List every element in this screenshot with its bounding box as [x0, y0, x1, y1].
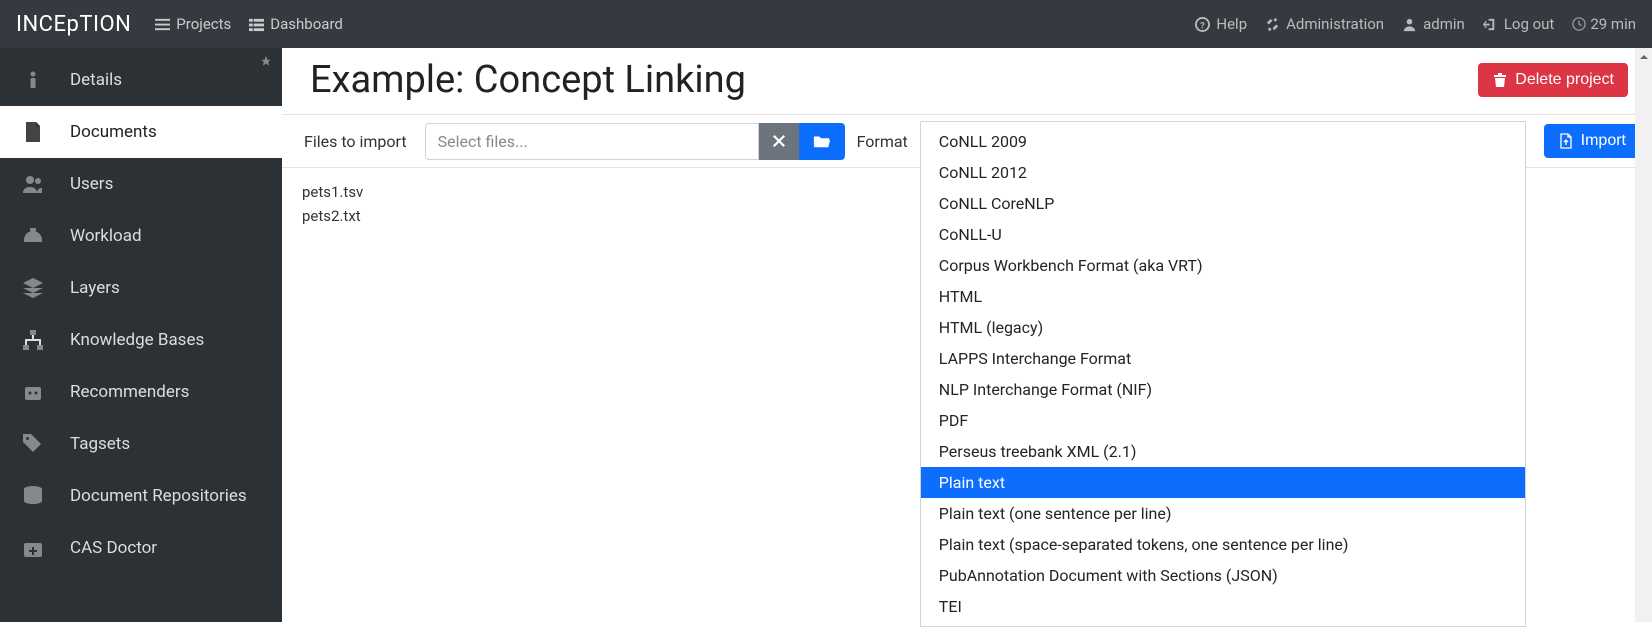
document-icon: [14, 120, 52, 144]
sidebar-item-label: Layers: [70, 278, 120, 298]
page-scrollbar[interactable]: [1635, 48, 1652, 622]
main-content: Example: Concept Linking Delete project …: [282, 48, 1652, 622]
users-icon: [14, 172, 52, 196]
file-clear-button[interactable]: [759, 123, 799, 160]
format-select[interactable]: CoNLL 2009CoNLL 2012CoNLL CoreNLPCoNLL-U…: [920, 121, 1526, 161]
nav-dashboard[interactable]: Dashboard: [249, 15, 343, 33]
brand-logo[interactable]: INCEpTION: [16, 12, 131, 37]
logout-icon: [1483, 17, 1498, 32]
sidebar-item-label: CAS Doctor: [70, 538, 157, 558]
sidebar-item-workload[interactable]: Workload: [0, 210, 282, 262]
import-button[interactable]: Import: [1544, 124, 1640, 158]
nav-left: Projects Dashboard: [155, 15, 343, 33]
nav-user[interactable]: admin: [1402, 15, 1465, 33]
svg-text:?: ?: [1201, 20, 1206, 31]
layers-icon: [14, 276, 52, 300]
nav-help[interactable]: ? Help: [1195, 15, 1247, 33]
trash-icon: [1492, 72, 1508, 88]
nav-logout[interactable]: Log out: [1483, 15, 1555, 33]
sidebar-item-tagsets[interactable]: Tagsets: [0, 418, 282, 470]
folder-open-icon: [813, 133, 831, 149]
nav-administration[interactable]: Administration: [1265, 15, 1384, 33]
sidebar-item-document-repositories[interactable]: Document Repositories: [0, 470, 282, 522]
upload-icon: [1558, 133, 1574, 149]
sidebar-item-knowledge-bases[interactable]: Knowledge Bases: [0, 314, 282, 366]
sidebar-item-label: Users: [70, 174, 113, 194]
page-title: Example: Concept Linking: [310, 58, 1478, 102]
nav-projects-label: Projects: [176, 15, 231, 33]
format-option[interactable]: Perseus treebank XML (2.1): [921, 436, 1525, 467]
sidebar-item-cas-doctor[interactable]: CAS Doctor: [0, 522, 282, 574]
sidebar-item-details[interactable]: Details: [0, 54, 282, 106]
info-icon: [14, 68, 52, 92]
format-option[interactable]: NLP Interchange Format (NIF): [921, 374, 1525, 405]
format-option[interactable]: PubAnnotation Document with Sections (JS…: [921, 560, 1525, 591]
format-option[interactable]: CoNLL 2012: [921, 157, 1525, 188]
robot-icon: [14, 380, 52, 404]
file-input[interactable]: Select files...: [425, 123, 759, 160]
help-icon: ?: [1195, 17, 1210, 32]
top-navbar: INCEpTION Projects Dashboard ? Help Admi…: [0, 0, 1652, 48]
format-dropdown[interactable]: CoNLL 2009CoNLL 2012CoNLL CoreNLPCoNLL-U…: [920, 121, 1526, 627]
nav-administration-label: Administration: [1286, 15, 1384, 33]
format-option[interactable]: CoNLL CoreNLP: [921, 188, 1525, 219]
clock-icon: [1572, 17, 1586, 31]
sidebar-item-label: Documents: [70, 122, 157, 142]
sidebar-item-label: Details: [70, 70, 122, 90]
medkit-icon: [14, 536, 52, 560]
pin-icon[interactable]: [260, 56, 272, 72]
delete-project-label: Delete project: [1515, 71, 1614, 89]
format-option[interactable]: PDF: [921, 405, 1525, 436]
nav-right: ? Help Administration admin Log out 29 m…: [1195, 15, 1636, 33]
sidebar-item-label: Tagsets: [70, 434, 130, 454]
nav-help-label: Help: [1216, 15, 1247, 33]
format-option[interactable]: CoNLL 2009: [921, 126, 1525, 157]
sidebar-item-label: Recommenders: [70, 382, 189, 402]
list-icon: [249, 17, 264, 32]
sidebar-item-recommenders[interactable]: Recommenders: [0, 366, 282, 418]
nav-projects[interactable]: Projects: [155, 15, 231, 33]
bars-icon: [155, 17, 170, 32]
format-option[interactable]: HTML (legacy): [921, 312, 1525, 343]
sidebar: Details Documents Users Workload Layers Knowl…: [0, 48, 282, 622]
import-toolbar: Files to import Select files... Format C…: [282, 114, 1652, 168]
user-icon: [1402, 17, 1417, 32]
file-select-group: Select files...: [425, 123, 845, 160]
close-icon: [772, 134, 786, 148]
format-label: Format: [857, 132, 908, 151]
format-option[interactable]: Corpus Workbench Format (aka VRT): [921, 250, 1525, 281]
format-option[interactable]: Plain text: [921, 467, 1525, 498]
format-option[interactable]: CoNLL-U: [921, 219, 1525, 250]
sidebar-item-label: Workload: [70, 226, 142, 246]
tools-icon: [1265, 17, 1280, 32]
database-icon: [14, 484, 52, 508]
session-timer: 29 min: [1572, 15, 1636, 33]
sidebar-item-users[interactable]: Users: [0, 158, 282, 210]
tags-icon: [14, 432, 52, 456]
sidebar-item-label: Knowledge Bases: [70, 330, 204, 350]
hardhat-icon: [14, 224, 52, 248]
delete-project-button[interactable]: Delete project: [1478, 63, 1628, 97]
nav-dashboard-label: Dashboard: [270, 15, 343, 33]
session-timer-label: 29 min: [1590, 15, 1636, 33]
format-option[interactable]: Plain text (space-separated tokens, one …: [921, 529, 1525, 560]
page-header: Example: Concept Linking Delete project: [282, 48, 1652, 114]
file-browse-button[interactable]: [799, 123, 845, 160]
format-option[interactable]: LAPPS Interchange Format: [921, 343, 1525, 374]
format-option[interactable]: TEI: [921, 591, 1525, 622]
nav-logout-label: Log out: [1504, 15, 1555, 33]
files-to-import-label: Files to import: [298, 126, 413, 157]
format-option[interactable]: HTML: [921, 281, 1525, 312]
scroll-up-icon[interactable]: [1635, 48, 1652, 65]
sitemap-icon: [14, 328, 52, 352]
sidebar-item-documents[interactable]: Documents: [0, 106, 282, 158]
sidebar-item-label: Document Repositories: [70, 486, 247, 506]
nav-user-label: admin: [1423, 15, 1465, 33]
sidebar-item-layers[interactable]: Layers: [0, 262, 282, 314]
import-button-label: Import: [1581, 132, 1626, 150]
format-option[interactable]: Plain text (one sentence per line): [921, 498, 1525, 529]
